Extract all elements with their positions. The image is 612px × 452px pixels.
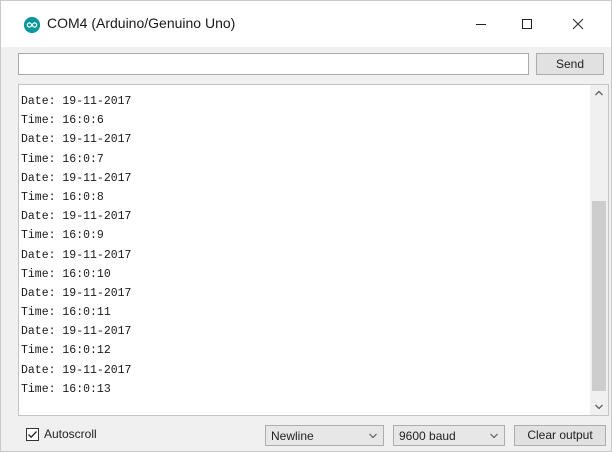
output-line: Time: 16:0:6 <box>21 114 104 128</box>
output-line: Date: 19-11-2017 <box>21 133 132 147</box>
scroll-thumb[interactable] <box>592 201 606 391</box>
autoscroll-checkbox[interactable] <box>26 428 39 441</box>
output-line: Date: 19-11-2017 <box>21 248 132 262</box>
line-ending-select[interactable]: Newline <box>265 425 384 446</box>
output-line: Date: 19-11-2017 <box>21 95 132 108</box>
output-line: Date: 19-11-2017 <box>21 286 132 300</box>
output-line: Time: 16:0:10 <box>21 267 111 281</box>
maximize-icon <box>522 19 532 29</box>
send-input[interactable] <box>18 53 529 75</box>
clear-output-button[interactable]: Clear output <box>514 425 606 446</box>
chevron-down-icon <box>367 426 379 445</box>
arduino-logo-icon <box>24 17 40 33</box>
output-line: Time: 16:0:12 <box>21 344 111 358</box>
send-button[interactable]: Send <box>536 53 604 75</box>
window-title: COM4 (Arduino/Genuino Uno) <box>47 15 236 31</box>
output-line: Time: 16:0:8 <box>21 190 104 204</box>
output-line: Date: 19-11-2017 <box>21 363 132 377</box>
autoscroll-label: Autoscroll <box>44 427 97 441</box>
line-ending-value: Newline <box>271 429 314 443</box>
baud-rate-select[interactable]: 9600 baud <box>393 425 505 446</box>
chevron-up-icon <box>595 90 603 96</box>
title-bar[interactable]: COM4 (Arduino/Genuino Uno) <box>1 1 611 47</box>
checkmark-icon <box>28 431 37 439</box>
chevron-down-icon <box>488 426 500 445</box>
output-line: Time: 16:0:7 <box>21 152 104 166</box>
maximize-button[interactable] <box>504 1 550 47</box>
output-lines: Date: 19-11-2017 Time: 16:0:6 Date: 19-11-… <box>21 92 581 399</box>
send-row: Send <box>1 47 611 83</box>
close-icon <box>572 18 584 30</box>
minimize-icon <box>476 24 486 25</box>
output-line: Date: 19-11-2017 <box>21 325 132 339</box>
baud-rate-value: 9600 baud <box>399 429 456 443</box>
output-line: Time: 16:0:11 <box>21 306 111 320</box>
serial-output[interactable]: Date: 19-11-2017 Time: 16:0:6 Date: 19-11-… <box>18 84 609 416</box>
close-button[interactable] <box>555 1 601 47</box>
footer-bar: Autoscroll Newline 9600 baud Clear outpu… <box>1 417 611 451</box>
chevron-down-icon <box>595 404 603 410</box>
minimize-button[interactable] <box>458 1 504 47</box>
output-line: Time: 16:0:9 <box>21 229 104 243</box>
output-line: Date: 19-11-2017 <box>21 171 132 185</box>
scroll-up-button[interactable] <box>590 85 608 102</box>
scroll-down-button[interactable] <box>590 398 608 415</box>
serial-monitor-window: COM4 (Arduino/Genuino Uno) Send Date: 19… <box>0 0 612 452</box>
output-line: Time: 16:0:13 <box>21 382 111 396</box>
vertical-scrollbar[interactable] <box>590 85 608 415</box>
output-line: Date: 19-11-2017 <box>21 210 132 224</box>
